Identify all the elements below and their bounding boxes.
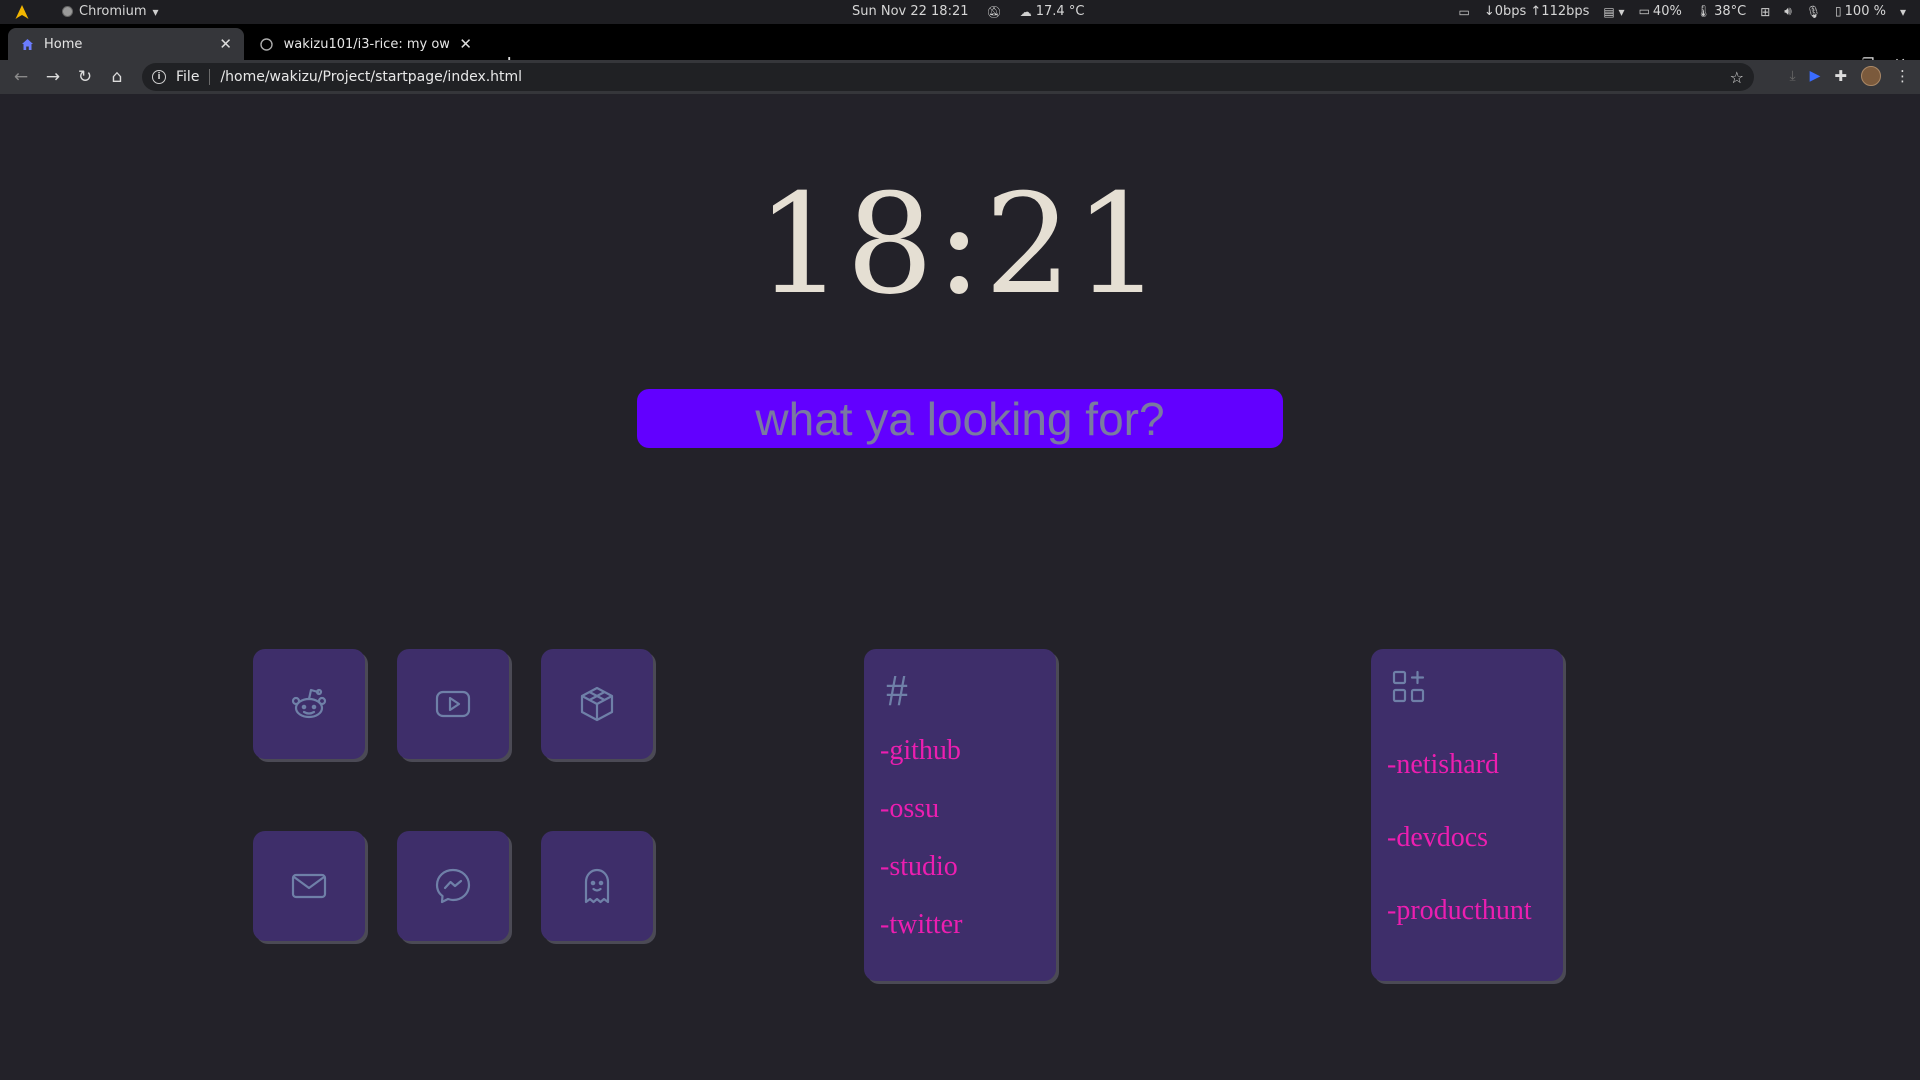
tab-github[interactable]: wakizu101/i3-rice: my own i3 ✕ — [248, 28, 484, 60]
box-icon — [580, 686, 614, 722]
chromium-icon — [62, 6, 73, 17]
extension-play-icon[interactable]: ▶ — [1810, 68, 1821, 84]
apps-links-card: -netishard -devdocs -producthunt — [1371, 649, 1563, 981]
mail-icon — [291, 873, 327, 899]
reload-icon[interactable]: ↻ — [75, 67, 95, 87]
weather-icon: ☁︎ — [1019, 4, 1032, 19]
app-name: Chromium — [79, 4, 147, 19]
clipboard-icon[interactable]: ▤ ▾ — [1603, 5, 1624, 19]
info-icon[interactable]: i — [152, 70, 166, 84]
back-icon[interactable]: ← — [11, 67, 31, 87]
ghost-tile[interactable] — [541, 831, 653, 941]
youtube-icon — [435, 690, 471, 718]
github-favicon-icon — [260, 37, 274, 51]
address-bar[interactable]: i File /home/wakizu/Project/startpage/in… — [142, 63, 1754, 91]
menu-kebab-icon[interactable]: ⋮ — [1895, 67, 1910, 85]
tab-strip: Home ✕ wakizu101/i3-rice: my own i3 ✕ + … — [0, 24, 1920, 76]
extensions-puzzle-icon[interactable]: ✚ — [1834, 67, 1847, 85]
link-twitter[interactable]: -twitter — [880, 909, 962, 941]
search-input[interactable] — [637, 389, 1283, 448]
codepen-tile[interactable] — [541, 649, 653, 759]
dev-links-card: # -github -ossu -studio -twitter — [864, 649, 1056, 981]
reddit-icon — [291, 688, 327, 719]
browser-toolbar: ← → ↻ ⌂ i File /home/wakizu/Project/star… — [0, 60, 1920, 94]
link-devdocs[interactable]: -devdocs — [1387, 822, 1488, 854]
notifications-muted-icon[interactable]: 🔕︎ — [987, 5, 1002, 19]
weather-temp: 17.4 °C — [1035, 4, 1085, 19]
url-text[interactable]: /home/wakizu/Project/startpage/index.htm… — [220, 69, 522, 85]
memory-icon: ▭ — [1638, 4, 1650, 18]
scheme-label: File — [176, 69, 200, 85]
apps-icon — [1392, 670, 1425, 703]
bookmark-star-icon[interactable]: ☆ — [1730, 68, 1744, 87]
battery-level: 100 % — [1844, 4, 1886, 19]
link-github[interactable]: -github — [880, 735, 961, 767]
link-netishard[interactable]: -netishard — [1387, 749, 1499, 781]
dropdown-arrow-icon: ▾ — [152, 4, 159, 19]
mail-tile[interactable] — [253, 831, 365, 941]
reddit-tile[interactable] — [253, 649, 365, 759]
app-menu[interactable]: Chromium ▾ — [62, 4, 159, 19]
clock: 18:21 — [756, 164, 1164, 325]
link-producthunt[interactable]: -producthunt — [1387, 895, 1532, 927]
thermometer-icon: 🌡︎ — [1695, 4, 1712, 18]
network-icon[interactable]: ⊞ — [1760, 5, 1770, 19]
tab-home[interactable]: Home ✕ — [8, 28, 244, 60]
link-studio[interactable]: -studio — [880, 851, 958, 883]
microphone-icon[interactable]: 🎙︎ — [1806, 5, 1821, 19]
datetime: Sun Nov 22 18:21 — [852, 4, 969, 19]
messenger-icon — [435, 868, 471, 904]
forward-icon[interactable]: → — [43, 67, 63, 87]
system-bar: Chromium ▾ Sun Nov 22 18:21 🔕︎ ☁︎ 17.4 °… — [0, 0, 1920, 24]
hash-icon: # — [886, 666, 908, 715]
memory-usage: 40% — [1652, 4, 1682, 19]
tab-title: Home — [44, 36, 83, 52]
profile-avatar[interactable] — [1861, 66, 1881, 86]
tab-title: wakizu101/i3-rice: my own i3 — [283, 36, 450, 52]
close-tab-icon[interactable]: ✕ — [219, 35, 232, 53]
display-icon[interactable]: ▭ — [1458, 5, 1469, 19]
youtube-tile[interactable] — [397, 649, 509, 759]
ghost-icon — [584, 868, 610, 904]
messenger-tile[interactable] — [397, 831, 509, 941]
battery-icon: ▯ — [1835, 4, 1842, 18]
link-ossu[interactable]: -ossu — [880, 793, 939, 825]
arch-logo-icon[interactable] — [14, 4, 30, 20]
network-speed: ↓0bps ↑112bps — [1483, 4, 1590, 19]
download-icon[interactable]: ⤓ — [1789, 68, 1795, 84]
home-icon[interactable]: ⌂ — [107, 67, 127, 87]
home-favicon-icon — [20, 37, 34, 51]
dropdown-arrow-icon[interactable]: ▾ — [1900, 5, 1906, 19]
close-tab-icon[interactable]: ✕ — [459, 35, 472, 53]
volume-icon[interactable]: 🔊︎ — [1784, 4, 1792, 19]
cpu-temp: 38°C — [1714, 4, 1747, 19]
